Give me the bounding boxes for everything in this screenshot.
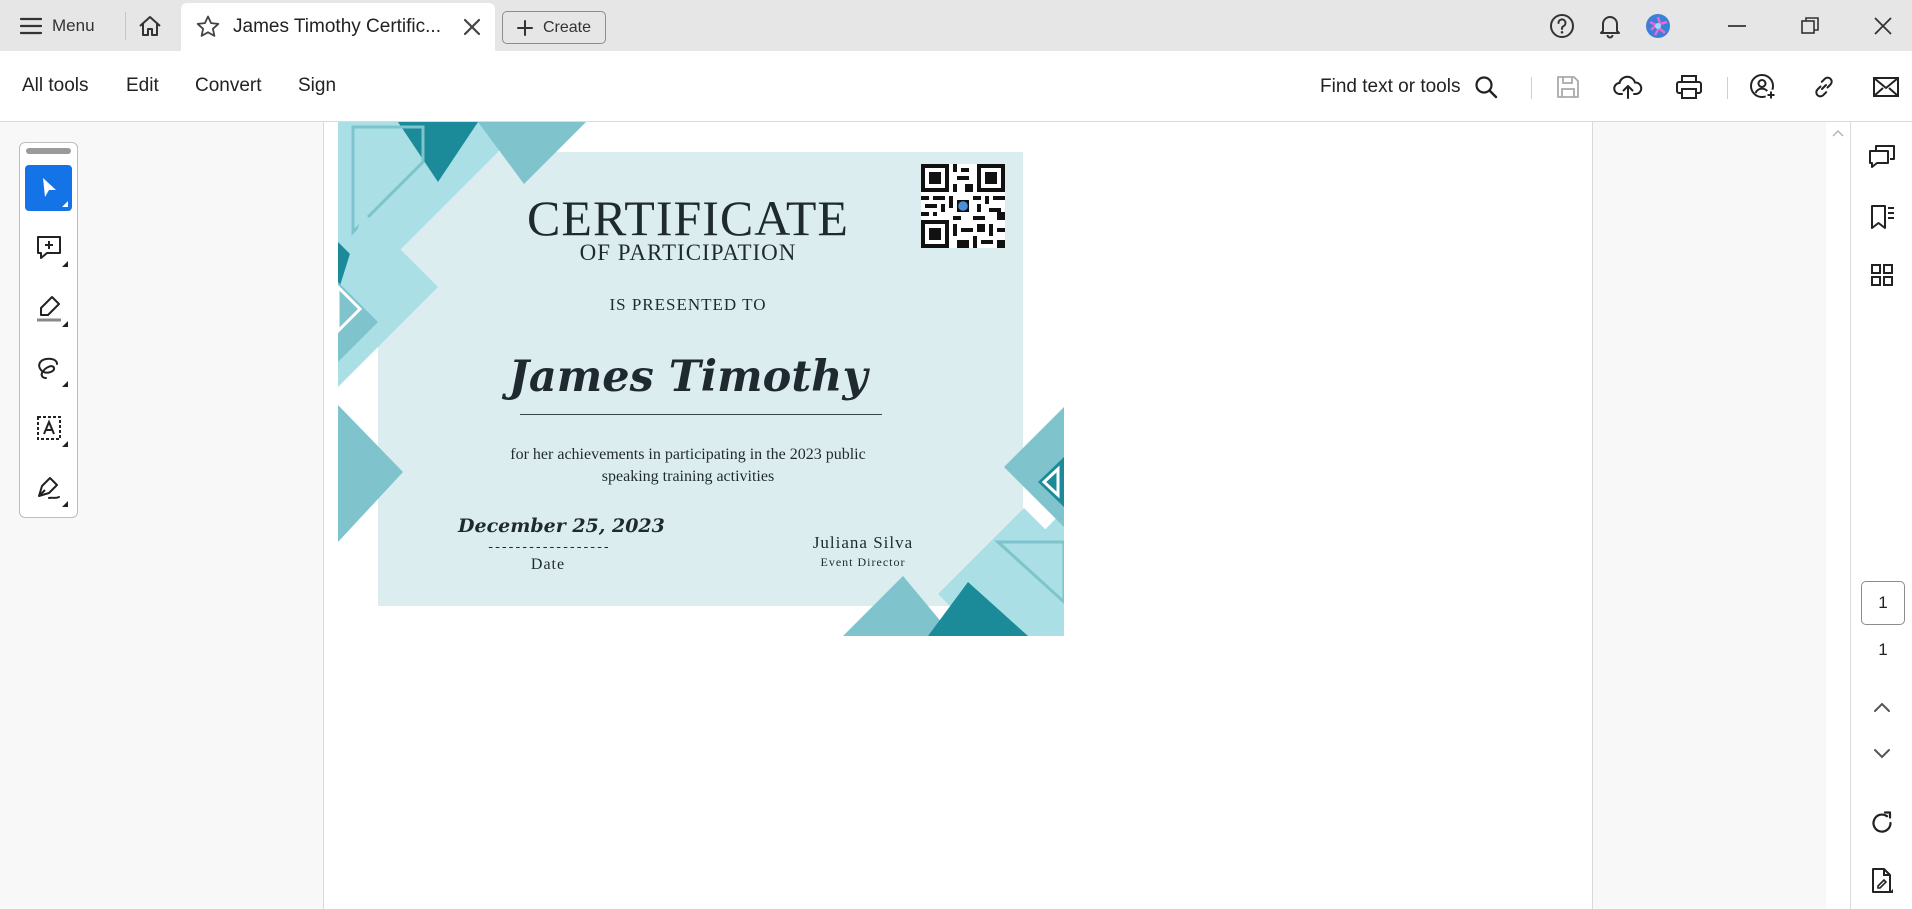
pen-nib-icon (35, 474, 63, 502)
upload-button[interactable] (1608, 68, 1648, 106)
tab-title: James Timothy Certific... (233, 16, 441, 37)
restore-icon (1800, 16, 1820, 36)
cloud-upload-icon (1613, 74, 1643, 100)
signer-role: Event Director (820, 555, 906, 569)
toolbar-divider (1727, 77, 1728, 99)
add-user-icon (1749, 73, 1777, 101)
titlebar-divider (125, 12, 126, 40)
find-label: Find text or tools (1320, 76, 1461, 97)
menu-label: Menu (52, 16, 95, 35)
add-comment-tool-button[interactable] (25, 225, 72, 271)
current-page-input[interactable]: 1 (1861, 581, 1905, 625)
toolbar-divider (1531, 77, 1532, 99)
find-text-or-tools[interactable]: Find text or tools (1310, 68, 1508, 106)
document-tab[interactable]: James Timothy Certific... (181, 3, 495, 51)
vertical-scrollbar[interactable] (1826, 122, 1850, 909)
hamburger-icon (20, 17, 42, 35)
tab-convert[interactable]: Convert (195, 75, 262, 97)
menu-button[interactable]: Menu (10, 10, 105, 42)
create-button[interactable]: Create (502, 11, 606, 44)
star-icon[interactable] (195, 14, 221, 40)
save-button[interactable] (1548, 68, 1588, 106)
tab-sign[interactable]: Sign (298, 75, 336, 97)
total-pages: 1 (1878, 640, 1888, 659)
certificate-description: for her achievements in participating in… (510, 446, 866, 485)
close-window-button[interactable] (1866, 10, 1900, 42)
draw-tool-button[interactable] (25, 345, 72, 391)
freehand-icon (35, 355, 63, 381)
date-dashed-line: ------------------ (486, 540, 610, 555)
refresh-icon (1869, 810, 1895, 836)
drag-handle[interactable] (26, 148, 71, 154)
next-page-button[interactable] (1862, 735, 1902, 773)
minimize-icon (1727, 16, 1747, 36)
text-box-icon (35, 414, 63, 442)
copy-link-button[interactable] (1804, 68, 1844, 106)
close-icon (1873, 16, 1893, 36)
home-icon (138, 15, 162, 37)
tab-edit[interactable]: Edit (126, 75, 159, 97)
certificate-subtitle: OF PARTICIPATION (579, 240, 797, 265)
sign-tool-button[interactable] (25, 465, 72, 511)
workspace: CERTIFICATE OF PARTICIPATION IS PRESENTE… (0, 122, 1912, 909)
quick-tools-palette (19, 142, 78, 518)
email-button[interactable] (1866, 68, 1906, 106)
bell-icon (1598, 13, 1622, 39)
profile-button[interactable] (1641, 10, 1675, 42)
grid-icon (1870, 263, 1894, 287)
plus-icon (516, 19, 533, 36)
highlighter-icon (35, 294, 63, 322)
main-toolbar: All tools Edit Convert Sign Find text or… (0, 51, 1912, 122)
avatar-icon (1645, 13, 1671, 39)
search-icon (1474, 75, 1498, 99)
thumbnails-button[interactable] (1862, 256, 1902, 294)
comments-icon (1868, 144, 1896, 170)
certificate-date: December 25, 2023 (458, 515, 665, 537)
presented-to-label: IS PRESENTED TO (609, 295, 767, 314)
close-tab-icon[interactable] (463, 18, 481, 36)
signer-name: Juliana Silva (812, 533, 914, 552)
qr-code-icon (921, 164, 1005, 248)
notifications-button[interactable] (1593, 10, 1627, 42)
scroll-up-icon[interactable] (1832, 128, 1844, 138)
tab-all-tools[interactable]: All tools (22, 75, 89, 97)
chevron-up-icon (1873, 701, 1891, 713)
link-icon (1811, 74, 1837, 100)
text-box-tool-button[interactable] (25, 405, 72, 451)
certificate-page: CERTIFICATE OF PARTICIPATION IS PRESENTE… (338, 122, 1064, 636)
previous-page-button[interactable] (1862, 688, 1902, 726)
create-label: Create (542, 18, 592, 36)
cursor-icon (38, 176, 60, 200)
recipient-name: James Timothy (508, 352, 868, 402)
refresh-button[interactable] (1862, 804, 1902, 842)
minimize-button[interactable] (1720, 10, 1754, 42)
bookmarks-button[interactable] (1862, 198, 1902, 236)
certificate-title: CERTIFICATE (527, 190, 849, 246)
document-edit-icon (1869, 867, 1895, 895)
help-icon (1549, 13, 1575, 39)
restore-button[interactable] (1793, 10, 1827, 42)
home-button[interactable] (133, 10, 167, 42)
name-underline (520, 414, 882, 415)
mail-icon (1872, 75, 1900, 99)
select-tool-button[interactable] (25, 165, 72, 211)
date-label: Date (530, 556, 566, 573)
right-rail: 1 1 (1850, 122, 1912, 909)
save-icon (1555, 74, 1581, 100)
bookmark-icon (1868, 203, 1896, 231)
comments-button[interactable] (1862, 138, 1902, 176)
highlight-tool-button[interactable] (25, 285, 72, 331)
add-comment-icon (35, 234, 63, 262)
print-button[interactable] (1669, 68, 1709, 106)
page-tools-button[interactable] (1862, 862, 1902, 900)
print-icon (1675, 74, 1703, 100)
share-with-people-button[interactable] (1743, 68, 1783, 106)
help-button[interactable] (1545, 10, 1579, 42)
title-bar: Menu James Timothy Certific... Create (0, 0, 1912, 51)
chevron-down-icon (1873, 748, 1891, 760)
